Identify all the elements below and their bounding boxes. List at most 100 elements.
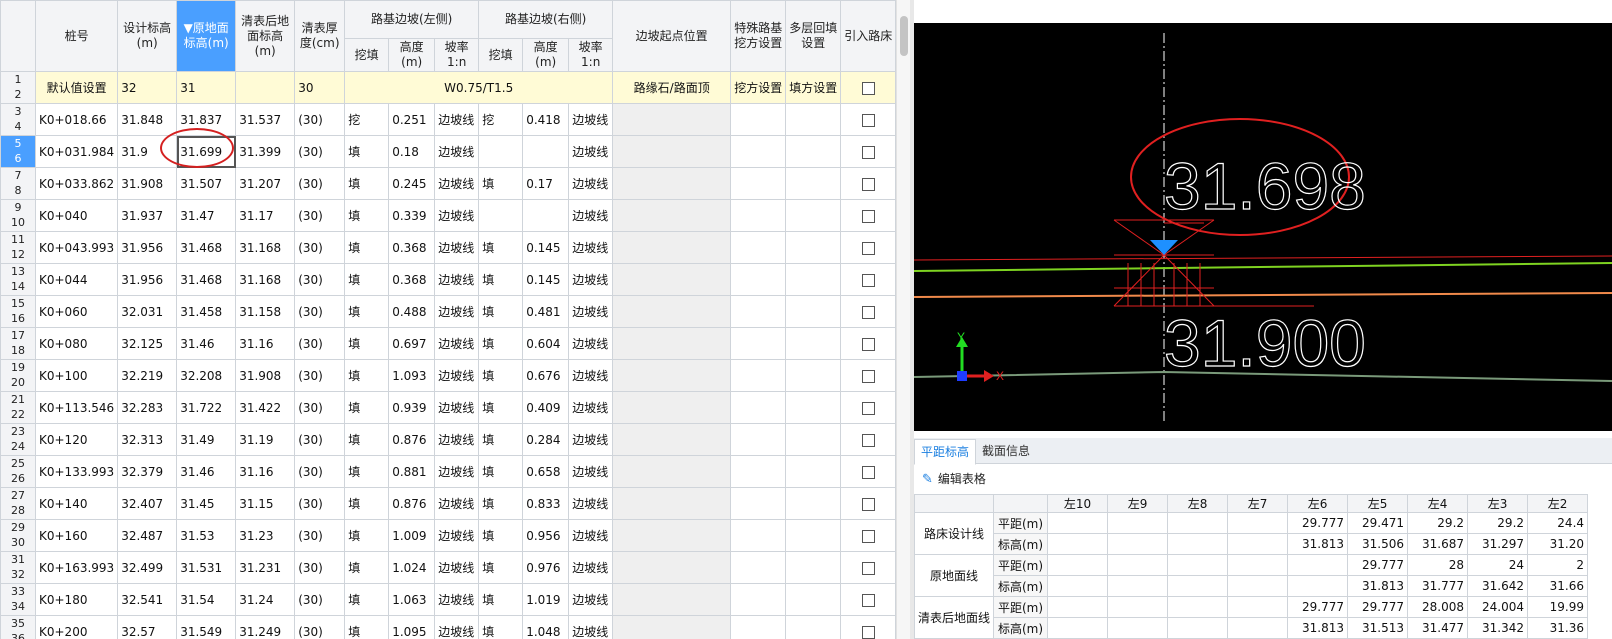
default-subgrade-checkbox-cell[interactable] [840,71,897,104]
station-cell[interactable]: K0+113.546 [34,391,119,424]
right-ratio-cell[interactable]: 边坡线 [568,327,614,360]
section-value-cell[interactable]: 24.4 [1527,512,1589,534]
header-design-elevation[interactable]: 设计标高(m) [117,0,178,72]
slope-start-cell[interactable] [612,167,732,200]
default-multi-fill-cell[interactable]: 填方设置 [785,71,842,104]
original-ground-cell[interactable]: 31.531 [176,551,237,584]
right-ratio-cell[interactable]: 边坡线 [568,551,614,584]
left-height-cell[interactable]: 0.368 [388,231,436,264]
clear-thickness-cell[interactable]: (30) [294,615,346,639]
subgrade-checkbox-cell[interactable] [840,231,897,264]
subgrade-checkbox-cell[interactable] [840,615,897,639]
cleared-ground-cell[interactable]: 31.207 [235,167,296,200]
section-value-cell[interactable] [1047,512,1109,534]
original-ground-cell[interactable]: 31.468 [176,263,237,296]
tab-section-info[interactable]: 截面信息 [976,439,1036,463]
multi-fill-cell[interactable] [785,327,842,360]
right-ratio-cell[interactable]: 边坡线 [568,487,614,520]
design-elevation-cell[interactable]: 32.313 [117,423,178,456]
right-ratio-cell[interactable]: 边坡线 [568,103,614,136]
right-cut-fill-cell[interactable]: 填 [478,231,524,264]
slope-start-cell[interactable] [612,231,732,264]
right-cut-fill-cell[interactable]: 填 [478,615,524,639]
section-value-cell[interactable] [1227,575,1289,597]
left-height-cell[interactable]: 0.881 [388,455,436,488]
multi-fill-cell[interactable] [785,423,842,456]
design-elevation-cell[interactable]: 32.125 [117,327,178,360]
section-value-cell[interactable]: 31.477 [1407,617,1469,639]
right-height-cell[interactable]: 0.17 [522,167,570,200]
left-cut-fill-cell[interactable]: 填 [344,167,390,200]
left-ratio-cell[interactable]: 边坡线 [434,295,480,328]
slope-start-cell[interactable] [612,199,732,232]
header-slope-left[interactable]: 路基边坡(左侧) [344,0,480,39]
right-height-cell[interactable]: 0.833 [522,487,570,520]
cleared-ground-cell[interactable]: 31.158 [235,295,296,328]
special-cut-cell[interactable] [730,615,787,639]
row-number[interactable]: 25 26 [0,455,36,488]
subgrade-checkbox[interactable] [861,145,875,159]
right-height-cell[interactable]: 0.658 [522,455,570,488]
station-cell[interactable]: K0+080 [34,327,119,360]
default-slope-start-cell[interactable]: 路缘石/路面顶 [612,71,732,104]
multi-fill-cell[interactable] [785,231,842,264]
left-ratio-cell[interactable]: 边坡线 [434,103,480,136]
section-value-cell[interactable]: 24.004 [1467,596,1529,618]
design-elevation-cell[interactable]: 32.031 [117,295,178,328]
right-height-cell[interactable] [522,135,570,168]
slope-start-cell[interactable] [612,487,732,520]
cleared-ground-cell[interactable]: 31.15 [235,487,296,520]
section-value-cell[interactable] [1047,596,1109,618]
left-height-cell[interactable]: 0.245 [388,167,436,200]
subgrade-checkbox[interactable] [861,305,875,319]
slope-start-cell[interactable] [612,519,732,552]
section-value-cell[interactable]: 24 [1467,554,1529,576]
right-cut-fill-cell[interactable]: 填 [478,167,524,200]
station-cell[interactable]: K0+044 [34,263,119,296]
special-cut-cell[interactable] [730,583,787,616]
row-number[interactable]: 27 28 [0,487,36,520]
left-ratio-cell[interactable]: 边坡线 [434,615,480,639]
right-cut-fill-cell[interactable]: 填 [478,551,524,584]
header-left-cut-fill[interactable]: 挖填 [344,38,390,72]
subgrade-checkbox-cell[interactable] [840,359,897,392]
cleared-ground-cell[interactable]: 31.908 [235,359,296,392]
subgrade-checkbox[interactable] [861,465,875,479]
subgrade-checkbox-cell[interactable] [840,327,897,360]
cleared-ground-cell[interactable]: 31.399 [235,135,296,168]
left-height-cell[interactable]: 0.18 [388,135,436,168]
design-elevation-cell[interactable]: 32.487 [117,519,178,552]
cleared-ground-cell[interactable]: 31.537 [235,103,296,136]
slope-start-cell[interactable] [612,551,732,584]
multi-fill-cell[interactable] [785,295,842,328]
subgrade-checkbox-cell[interactable] [840,103,897,136]
subgrade-checkbox-cell[interactable] [840,487,897,520]
right-cut-fill-cell[interactable]: 填 [478,391,524,424]
default-slope-cell[interactable]: W0.75/T1.5 [344,71,614,104]
clear-thickness-cell[interactable]: (30) [294,423,346,456]
subgrade-checkbox-cell[interactable] [840,263,897,296]
header-original-ground[interactable]: ▼原地面标高(m) [176,0,237,72]
right-height-cell[interactable]: 1.019 [522,583,570,616]
row-number[interactable]: 17 18 [0,327,36,360]
section-value-cell[interactable] [1047,617,1109,639]
special-cut-cell[interactable] [730,391,787,424]
special-cut-cell[interactable] [730,103,787,136]
section-value-cell[interactable]: 31.687 [1407,533,1469,555]
section-column-header[interactable]: 左5 [1347,494,1409,513]
left-ratio-cell[interactable]: 边坡线 [434,583,480,616]
pencil-icon[interactable]: ✎ [922,466,933,494]
right-ratio-cell[interactable]: 边坡线 [568,359,614,392]
clear-thickness-cell[interactable]: (30) [294,327,346,360]
multi-fill-cell[interactable] [785,519,842,552]
grid-vertical-scrollbar[interactable] [896,0,911,639]
right-height-cell[interactable]: 0.956 [522,519,570,552]
right-cut-fill-cell[interactable]: 填 [478,455,524,488]
section-value-cell[interactable] [1107,575,1169,597]
special-cut-cell[interactable] [730,295,787,328]
station-cell[interactable]: K0+033.862 [34,167,119,200]
section-value-cell[interactable] [1287,554,1349,576]
section-value-cell[interactable]: 31.642 [1467,575,1529,597]
right-cut-fill-cell[interactable]: 填 [478,295,524,328]
original-ground-cell[interactable]: 31.53 [176,519,237,552]
